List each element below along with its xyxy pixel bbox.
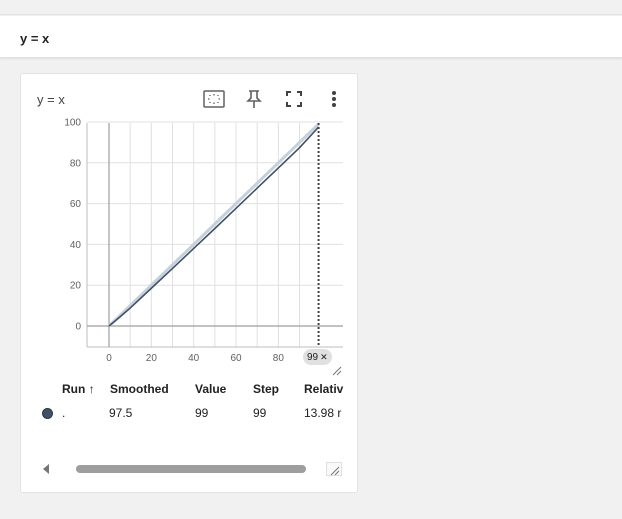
line-chart[interactable]: 0 20 40 60 80 100 0 20 40 60 80 <box>21 114 358 384</box>
y-tick-label: 60 <box>70 199 82 210</box>
table-resize-corner[interactable] <box>326 462 342 476</box>
scroll-thumb[interactable] <box>76 465 306 473</box>
step-chip-close-icon[interactable]: ✕ <box>320 352 328 363</box>
more-vert-icon <box>332 91 336 107</box>
cell-run: . <box>62 406 66 420</box>
group-header[interactable]: y = x <box>0 16 622 58</box>
cell-value: 99 <box>195 406 209 420</box>
column-header-value[interactable]: Value <box>195 382 226 396</box>
x-tick-label: 80 <box>273 353 285 364</box>
y-tick-label: 0 <box>75 322 81 333</box>
fit-domain-icon <box>203 90 225 108</box>
top-strip <box>0 0 622 15</box>
pin-button[interactable] <box>241 86 267 112</box>
series-raw-line <box>107 122 320 328</box>
horizontal-scrollbar[interactable] <box>41 462 341 476</box>
scroll-left-arrow-icon[interactable] <box>43 464 49 474</box>
y-tick-label: 20 <box>70 281 82 292</box>
cell-smoothed: 97.5 <box>109 406 133 420</box>
column-header-step[interactable]: Step <box>253 382 279 396</box>
column-header-run-label: Run <box>62 382 86 396</box>
column-header-smoothed[interactable]: Smoothed <box>110 382 169 396</box>
fullscreen-icon <box>286 91 302 107</box>
run-color-dot <box>42 408 53 419</box>
chart-svg[interactable]: 0 20 40 60 80 100 0 20 40 60 80 <box>21 114 358 384</box>
y-tick-label: 40 <box>70 240 82 251</box>
step-chip[interactable]: 99 ✕ <box>303 349 332 365</box>
card-title: y = x <box>37 92 65 107</box>
more-options-button[interactable] <box>321 86 347 112</box>
data-table: Run ↑ Smoothed Value Step Relativ . 97.5… <box>21 374 357 424</box>
group-title: y = x <box>20 31 50 46</box>
step-chip-label: 99 <box>307 351 319 363</box>
pin-icon <box>246 90 262 108</box>
column-header-relative[interactable]: Relativ <box>304 382 343 396</box>
resize-corner-icon <box>330 466 340 476</box>
y-tick-label: 80 <box>70 158 82 169</box>
column-header-run[interactable]: Run ↑ <box>62 382 95 396</box>
cell-relative: 13.98 r <box>304 406 342 420</box>
y-tick-label: 100 <box>64 118 81 129</box>
sort-arrow-icon: ↑ <box>88 382 95 396</box>
fullscreen-button[interactable] <box>281 86 307 112</box>
x-tick-label: 20 <box>146 353 158 364</box>
cell-step: 99 <box>253 406 267 420</box>
scalar-card: y = x 0 20 40 60 80 100 0 20 40 60 80 99 ✕ <box>20 73 358 493</box>
x-tick-label: 0 <box>106 353 112 364</box>
fit-domain-button[interactable] <box>201 86 227 112</box>
x-tick-label: 60 <box>230 353 242 364</box>
x-tick-label: 40 <box>188 353 200 364</box>
